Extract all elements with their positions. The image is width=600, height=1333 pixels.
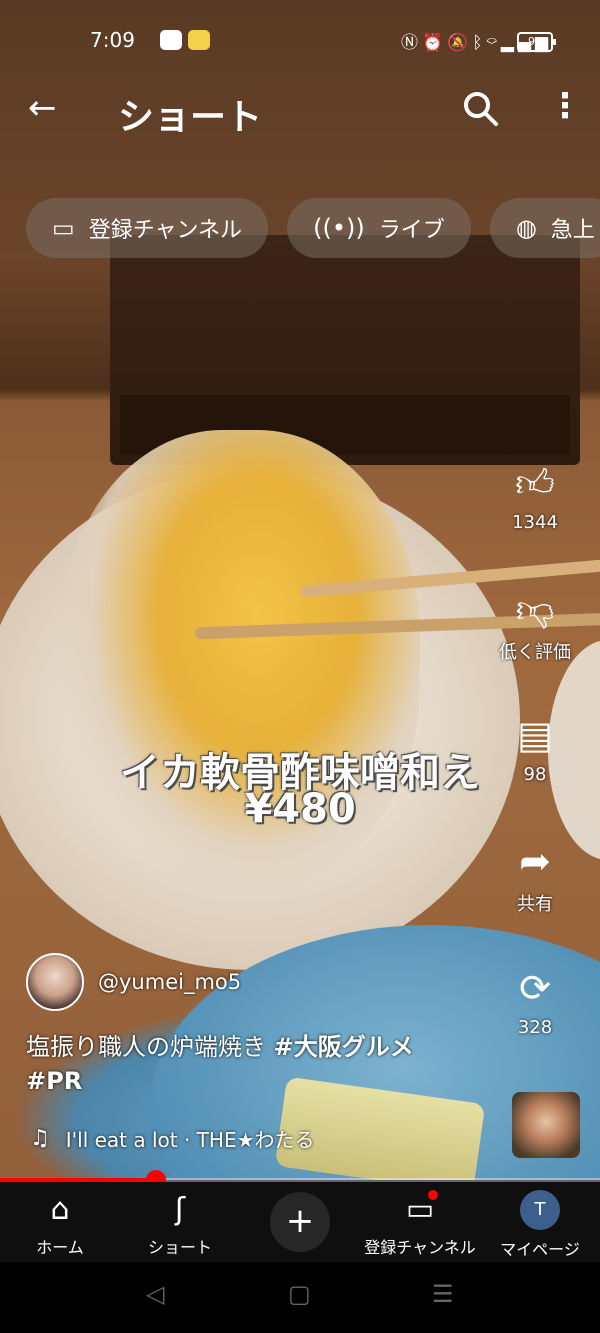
home-square-icon[interactable]: ▢ — [288, 1280, 311, 1308]
comment-count: 98 — [523, 764, 547, 785]
nav-label: 登録チャンネル — [364, 1238, 476, 1257]
comment-icon: ▤ — [517, 713, 553, 757]
chip-live[interactable]: ((•)) ライブ — [287, 198, 471, 258]
alarm-icon: ⏰ — [422, 33, 448, 53]
recents-menu-icon[interactable]: ☰ — [432, 1280, 454, 1308]
remix-count: 328 — [517, 1017, 553, 1038]
page-title: ショート — [118, 97, 263, 138]
dislike-label: 低く評価 — [499, 642, 571, 663]
music-info[interactable]: ♫ I'll eat a lot · THE★わたる — [30, 1124, 315, 1153]
like-count: 1344 — [512, 512, 558, 533]
share-button[interactable]: ➦ 共有 — [490, 838, 580, 916]
home-icon: ⌂ — [50, 1192, 70, 1227]
channel-avatar[interactable] — [26, 953, 84, 1011]
line-icon — [160, 30, 182, 50]
chip-label: 急上 — [550, 218, 595, 243]
share-icon: ➦ — [519, 839, 551, 883]
nav-label: マイページ — [500, 1240, 580, 1259]
chip-label: 登録チャンネル — [88, 218, 243, 243]
channel-info[interactable]: @yumei_mo5 — [26, 953, 241, 1011]
plus-icon: + — [285, 1201, 315, 1241]
notification-dot — [428, 1190, 438, 1200]
comments-button[interactable]: ▤ 98 — [490, 712, 580, 785]
more-vert-icon[interactable]: ⋮ — [548, 86, 582, 126]
news-app-icon — [188, 30, 210, 50]
mute-icon: 🔕 — [447, 33, 473, 53]
shorts-icon: ʃ — [174, 1192, 186, 1227]
video-caption-price: ¥480 — [244, 786, 356, 832]
music-title: I'll eat a lot · THE★わたる — [65, 1128, 315, 1152]
chip-subscriptions[interactable]: ▭ 登録チャンネル — [26, 198, 269, 258]
video-caption[interactable]: 塩振り職人の炉端焼き #大阪グルメ #PR — [26, 1030, 456, 1098]
remix-icon: ⟳ — [519, 966, 551, 1010]
thumb-down-icon: 👎︎ — [515, 587, 555, 631]
nav-subscriptions[interactable]: ▭ 登録チャンネル — [360, 1182, 480, 1262]
wifi-icon: ⌔ — [486, 33, 501, 53]
top-app-bar: ← ショート ⋮ — [0, 80, 600, 140]
status-time: 7:09 — [90, 28, 135, 52]
bluetooth-icon: ᛒ — [472, 33, 487, 53]
bottom-navigation: ⌂ ホーム ʃ ショート + ▭ 登録チャンネル T マイページ — [0, 1182, 600, 1262]
share-label: 共有 — [517, 894, 553, 915]
nav-label: ホーム — [36, 1238, 84, 1257]
filter-chips: ▭ 登録チャンネル ((•)) ライブ ◍ 急上 — [26, 198, 600, 260]
hashtag-link[interactable]: #大阪グルメ — [274, 1033, 414, 1061]
channel-handle[interactable]: @yumei_mo5 — [98, 970, 241, 994]
nav-mypage[interactable]: T マイページ — [480, 1182, 600, 1262]
back-arrow-icon[interactable]: ← — [28, 88, 57, 128]
create-button[interactable]: + — [270, 1192, 330, 1252]
chip-trending[interactable]: ◍ 急上 — [489, 198, 600, 258]
like-button[interactable]: 👍︎ 1344 — [490, 460, 580, 533]
music-note-icon: ♫ — [30, 1126, 50, 1151]
subscriptions-icon: ▭ — [405, 1192, 435, 1227]
chip-label: ライブ — [378, 218, 445, 243]
search-icon[interactable] — [460, 88, 500, 128]
thumb-up-icon: 👍︎ — [515, 461, 555, 505]
nav-shorts[interactable]: ʃ ショート — [120, 1182, 240, 1262]
subscriptions-icon: ▭ — [52, 214, 75, 242]
back-triangle-icon[interactable]: ◁ — [146, 1280, 164, 1308]
trending-icon: ◍ — [515, 214, 537, 242]
avatar: T — [520, 1190, 560, 1230]
system-navigation: ◁ ▢ ☰ — [0, 1262, 600, 1333]
nav-home[interactable]: ⌂ ホーム — [0, 1182, 120, 1262]
status-bar: 7:09 Ⓝ⏰🔕ᛒ⌔▂▄▆ 93 — [0, 0, 600, 80]
remix-button[interactable]: ⟳ 328 — [490, 965, 580, 1038]
nav-label: ショート — [147, 1238, 212, 1257]
caption-text: 塩振り職人の炉端焼き — [26, 1033, 274, 1061]
battery-indicator: 93 — [517, 32, 556, 52]
live-icon: ((•)) — [313, 214, 365, 242]
hashtag-link[interactable]: #PR — [26, 1067, 82, 1095]
sound-thumbnail[interactable] — [512, 1092, 580, 1158]
nfc-icon: Ⓝ — [401, 33, 423, 53]
dislike-button[interactable]: 👎︎ 低く評価 — [490, 586, 580, 664]
